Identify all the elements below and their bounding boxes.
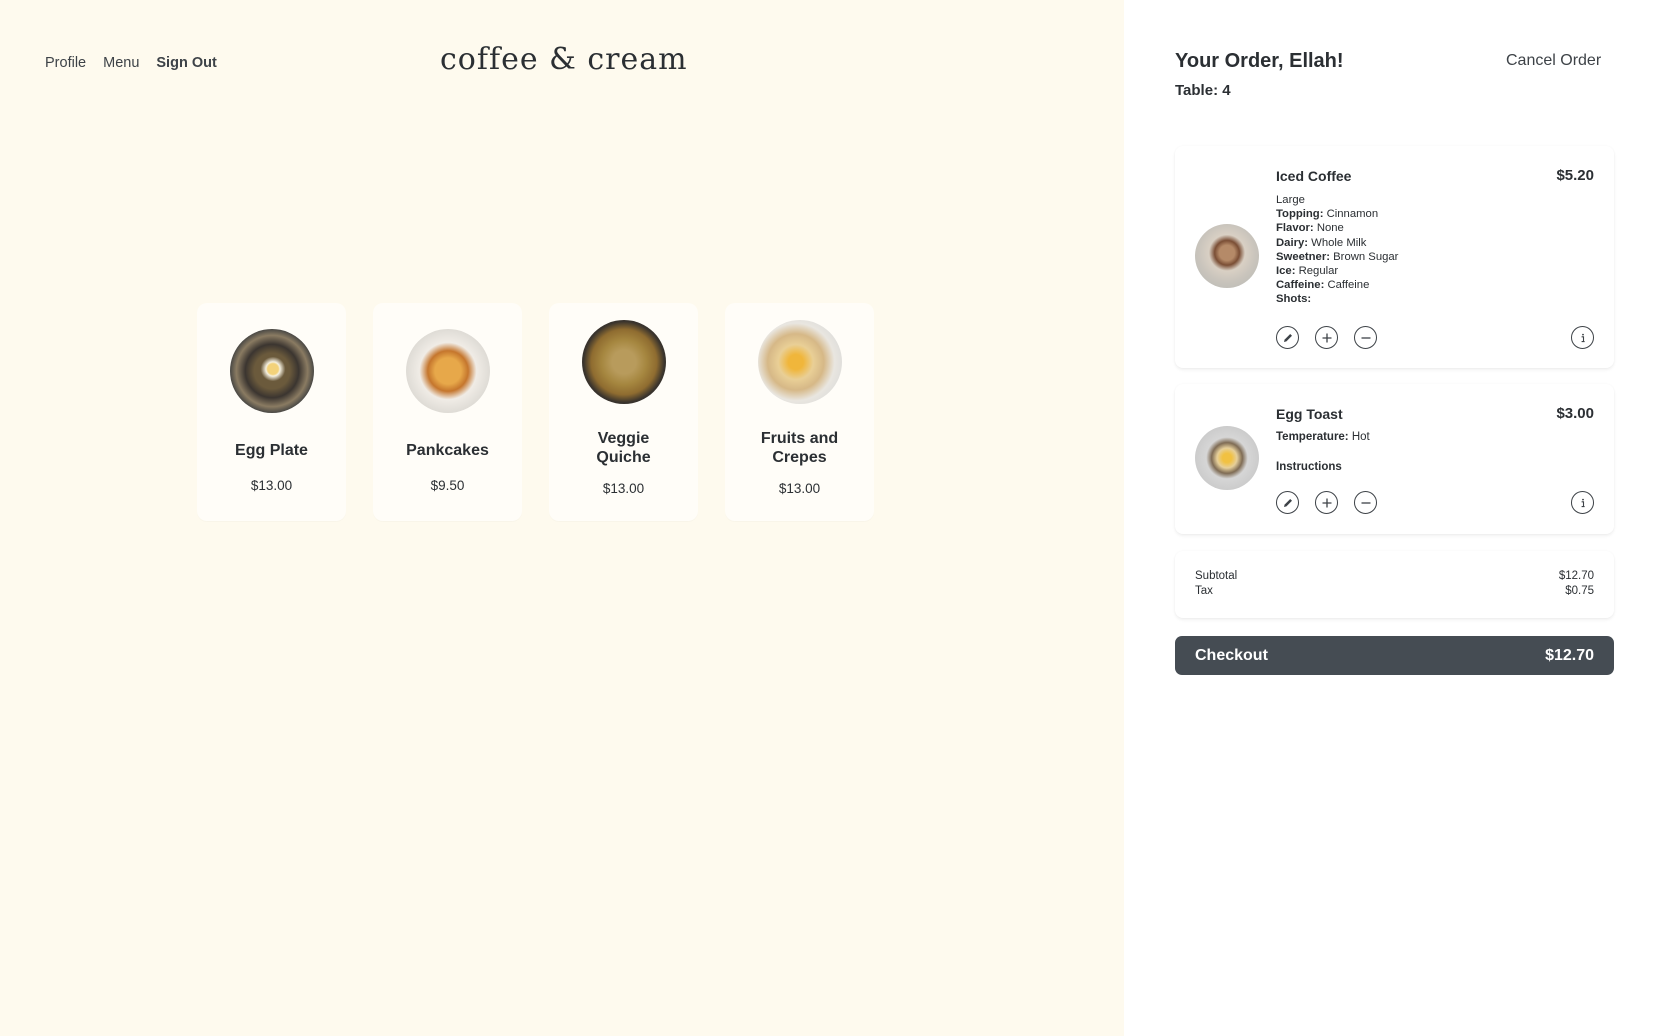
info-icon[interactable] <box>1571 491 1594 514</box>
checkout-total: $12.70 <box>1545 647 1594 664</box>
menu-card-fruits-and-crepes[interactable]: Fruits and Crepes $13.00 <box>725 303 874 521</box>
detail-topping: Topping: Cinnamon <box>1276 208 1379 221</box>
detail-ice: Ice: Regular <box>1276 265 1339 278</box>
info-icon[interactable] <box>1571 326 1594 349</box>
order-title: Your Order, Ellah! <box>1175 50 1344 72</box>
item-actions <box>1276 491 1377 514</box>
menu-card-list: Egg Plate $13.00 Pankcakes $9.50 Veggie … <box>197 303 874 521</box>
menu-card-name: Egg Plate <box>235 442 308 459</box>
brand-logo: coffee & cream <box>440 42 688 77</box>
iced-coffee-image <box>1195 224 1259 288</box>
cancel-order-button[interactable]: Cancel Order <box>1506 52 1601 70</box>
item-actions <box>1276 326 1377 349</box>
menu-card-pankcakes[interactable]: Pankcakes $9.50 <box>373 303 522 521</box>
menu-card-price: $9.50 <box>430 478 465 493</box>
menu-pane: Profile Menu Sign Out coffee & cream Egg… <box>0 0 1124 1036</box>
pencil-icon[interactable] <box>1276 326 1299 349</box>
checkout-button[interactable]: Checkout $12.70 <box>1175 636 1614 675</box>
detail-temperature: Temperature: Hot <box>1276 431 1370 443</box>
nav-menu-link[interactable]: Menu <box>103 55 139 71</box>
item-size: Large <box>1276 194 1305 206</box>
subtotal-label: Subtotal <box>1195 570 1238 582</box>
menu-card-name: Veggie Quiche <box>596 430 651 466</box>
detail-caffeine: Caffeine: Caffeine <box>1276 279 1370 292</box>
pencil-icon[interactable] <box>1276 491 1299 514</box>
veggie-quiche-image <box>581 320 666 404</box>
plus-icon[interactable] <box>1315 491 1338 514</box>
menu-card-name: Fruits and Crepes <box>760 430 839 466</box>
detail-sweetner: Sweetner: Brown Sugar <box>1276 250 1399 263</box>
instructions-label: Instructions <box>1276 461 1342 473</box>
menu-card-price: $13.00 <box>250 478 293 493</box>
menu-card-egg-plate[interactable]: Egg Plate $13.00 <box>197 303 346 521</box>
plus-icon[interactable] <box>1315 326 1338 349</box>
egg-plate-image <box>229 329 314 413</box>
checkout-label: Checkout <box>1195 647 1268 664</box>
menu-card-price: $13.00 <box>778 481 821 496</box>
egg-toast-image <box>1195 426 1259 490</box>
order-item-price: $5.20 <box>1556 167 1594 184</box>
pankcakes-image <box>405 329 490 413</box>
order-item-egg-toast: Egg Toast $3.00 Temperature: Hot Instruc… <box>1175 384 1614 534</box>
order-item-iced-coffee: Iced Coffee $5.20 Large Topping: Cinnamo… <box>1175 146 1614 368</box>
minus-icon[interactable] <box>1354 326 1377 349</box>
minus-icon[interactable] <box>1354 491 1377 514</box>
detail-shots: Shots: <box>1276 293 1312 306</box>
menu-card-price: $13.00 <box>602 481 645 496</box>
nav-sign-out-link[interactable]: Sign Out <box>156 55 216 71</box>
top-nav: Profile Menu Sign Out <box>45 55 217 71</box>
order-item-details: Large Topping: Cinnamon Flavor: None Dai… <box>1276 193 1398 307</box>
menu-card-name: Pankcakes <box>406 442 489 459</box>
nav-profile-link[interactable]: Profile <box>45 55 86 71</box>
fruits-and-crepes-image <box>757 320 842 404</box>
order-item-price: $3.00 <box>1556 405 1594 422</box>
table-number: Table: 4 <box>1175 82 1231 99</box>
order-item-name: Egg Toast <box>1276 406 1343 422</box>
tax-value: $0.75 <box>1565 585 1594 597</box>
order-totals: Subtotal $12.70 Tax $0.75 <box>1175 551 1614 618</box>
detail-dairy: Dairy: Whole Milk <box>1276 236 1367 249</box>
item-info <box>1571 491 1594 514</box>
detail-flavor: Flavor: None <box>1276 222 1344 235</box>
tax-label: Tax <box>1195 585 1213 597</box>
order-item-name: Iced Coffee <box>1276 168 1352 184</box>
order-pane: Your Order, Ellah! Table: 4 Cancel Order… <box>1124 0 1665 1036</box>
item-info <box>1571 326 1594 349</box>
menu-card-veggie-quiche[interactable]: Veggie Quiche $13.00 <box>549 303 698 521</box>
subtotal-value: $12.70 <box>1558 570 1594 582</box>
